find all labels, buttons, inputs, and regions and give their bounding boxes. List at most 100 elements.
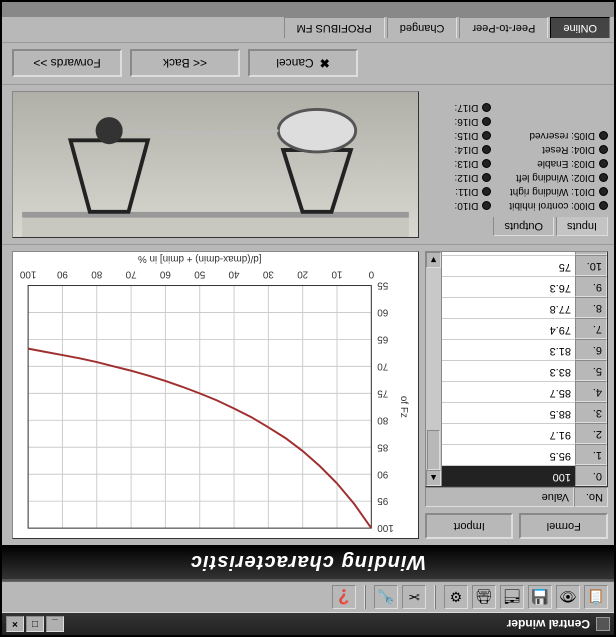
scrollbar[interactable]: ▲ ▼: [426, 252, 442, 486]
cell-no: 4.: [575, 381, 607, 402]
io-item: DI17:: [454, 102, 491, 113]
scroll-up-icon[interactable]: ▲: [426, 470, 441, 486]
svg-text:65: 65: [377, 333, 388, 344]
table-row[interactable]: 6.81.3: [426, 339, 607, 360]
io-item: DI10:: [454, 200, 491, 211]
toolbar-btn-4[interactable]: 🖨: [472, 585, 496, 609]
cell-no: 9.: [575, 276, 607, 297]
cell-value: 91.7: [426, 423, 575, 444]
svg-text:70: 70: [377, 360, 388, 371]
io-item: DI13:: [454, 158, 491, 169]
cell-value: 85.7: [426, 381, 575, 402]
io-item: DI05: reserved: [509, 130, 608, 141]
tab-outputs[interactable]: Outputs: [494, 217, 555, 236]
col-value: Value: [425, 487, 574, 507]
back-button[interactable]: << Back: [130, 50, 240, 78]
toolbar-btn-2[interactable]: 💾: [528, 585, 552, 609]
table-row[interactable]: 7.79.4: [426, 318, 607, 339]
io-item: DI16:: [454, 116, 491, 127]
table-row[interactable]: 2.91.7: [426, 423, 607, 444]
led-icon: [482, 103, 491, 112]
toolbar-btn-0[interactable]: 📋: [584, 585, 608, 609]
svg-text:90: 90: [377, 468, 388, 479]
svg-text:90: 90: [56, 269, 67, 280]
app-icon: [596, 617, 610, 631]
toolbar-btn-7[interactable]: 🔧: [374, 585, 398, 609]
table-row[interactable]: 0.100: [426, 465, 607, 486]
led-icon: [599, 159, 608, 168]
scroll-down-icon[interactable]: ▼: [426, 252, 441, 268]
led-icon: [599, 173, 608, 182]
toolbar-btn-8[interactable]: ❓: [332, 585, 356, 609]
led-icon: [482, 117, 491, 126]
cell-value: 100: [426, 465, 575, 486]
table-row[interactable]: 5.83.3: [426, 360, 607, 381]
table-row[interactable]: 8.77.8: [426, 297, 607, 318]
cell-value: 79.4: [426, 318, 575, 339]
minimize-button[interactable]: _: [46, 616, 64, 632]
cell-value: 73.8: [426, 251, 575, 255]
table-row[interactable]: 1.95.5: [426, 444, 607, 465]
table-row[interactable]: 4.85.7: [426, 381, 607, 402]
io-item: DI03: Enable: [509, 158, 608, 169]
cell-value: 77.8: [426, 297, 575, 318]
cell-no: 2.: [575, 423, 607, 444]
cell-no: 8.: [575, 297, 607, 318]
led-icon: [482, 131, 491, 140]
page-title: Winding characteristic: [2, 545, 614, 581]
cancel-button[interactable]: ✖ Cancel: [248, 50, 358, 78]
forward-button[interactable]: Forwards >>: [12, 50, 122, 78]
tab-online[interactable]: ONline: [550, 17, 610, 38]
cell-no: 3.: [575, 402, 607, 423]
svg-text:60: 60: [159, 269, 170, 280]
led-icon: [482, 201, 491, 210]
nav-row: ✖ Cancel << Back Forwards >>: [2, 43, 614, 85]
chart: 0102030405060708090100556065707580859095…: [12, 251, 419, 539]
import-button[interactable]: Import: [425, 513, 514, 539]
title-bar: Central winder _ □ ×: [2, 613, 614, 635]
svg-text:50: 50: [194, 269, 205, 280]
scroll-thumb[interactable]: [427, 430, 440, 470]
cell-no: 11.: [575, 251, 607, 255]
svg-text:20: 20: [297, 269, 308, 280]
tab-changed[interactable]: Changed: [387, 17, 458, 38]
close-button[interactable]: ×: [6, 616, 24, 632]
led-icon: [599, 201, 608, 210]
table-row[interactable]: 10.75: [426, 255, 607, 276]
svg-text:80: 80: [91, 269, 102, 280]
toolbar-btn-6[interactable]: ✂: [402, 585, 426, 609]
led-icon: [599, 145, 608, 154]
formel-button[interactable]: Formel: [520, 513, 609, 539]
toolbar-btn-1[interactable]: 👁: [556, 585, 580, 609]
illustration: [12, 91, 419, 238]
cell-value: 83.3: [426, 360, 575, 381]
table-header: No. Value: [425, 487, 608, 507]
toolbar-separator: [364, 585, 366, 609]
io-item: DI12:: [454, 172, 491, 183]
tab-inputs[interactable]: Inputs: [556, 217, 608, 236]
toolbar: 📋 👁 💾 🗂 🖨 ⚙ ✂ 🔧 ❓: [2, 581, 614, 613]
svg-text:75: 75: [377, 387, 388, 398]
toolbar-btn-3[interactable]: 🗂: [500, 585, 524, 609]
cancel-label: Cancel: [276, 57, 313, 71]
maximize-button[interactable]: □: [26, 616, 44, 632]
cell-value: 81.3: [426, 339, 575, 360]
cell-value: 75: [426, 255, 575, 276]
cell-value: 76.3: [426, 276, 575, 297]
table-row[interactable]: 9.76.3: [426, 276, 607, 297]
svg-text:30: 30: [262, 269, 273, 280]
tab-profibus[interactable]: PROFIBUS FM: [284, 17, 385, 38]
table-row[interactable]: 11.73.8: [426, 251, 607, 255]
svg-text:85: 85: [377, 441, 388, 452]
led-icon: [482, 145, 491, 154]
x-icon: ✖: [320, 57, 330, 71]
svg-text:80: 80: [377, 414, 388, 425]
toolbar-btn-5[interactable]: ⚙: [444, 585, 468, 609]
cell-no: 0.: [575, 465, 607, 486]
svg-text:95: 95: [377, 495, 388, 506]
table-row[interactable]: 3.88.5: [426, 402, 607, 423]
cell-no: 7.: [575, 318, 607, 339]
svg-text:55: 55: [377, 280, 388, 291]
led-icon: [599, 131, 608, 140]
tab-peer[interactable]: Peer-to-Peer: [459, 17, 548, 38]
